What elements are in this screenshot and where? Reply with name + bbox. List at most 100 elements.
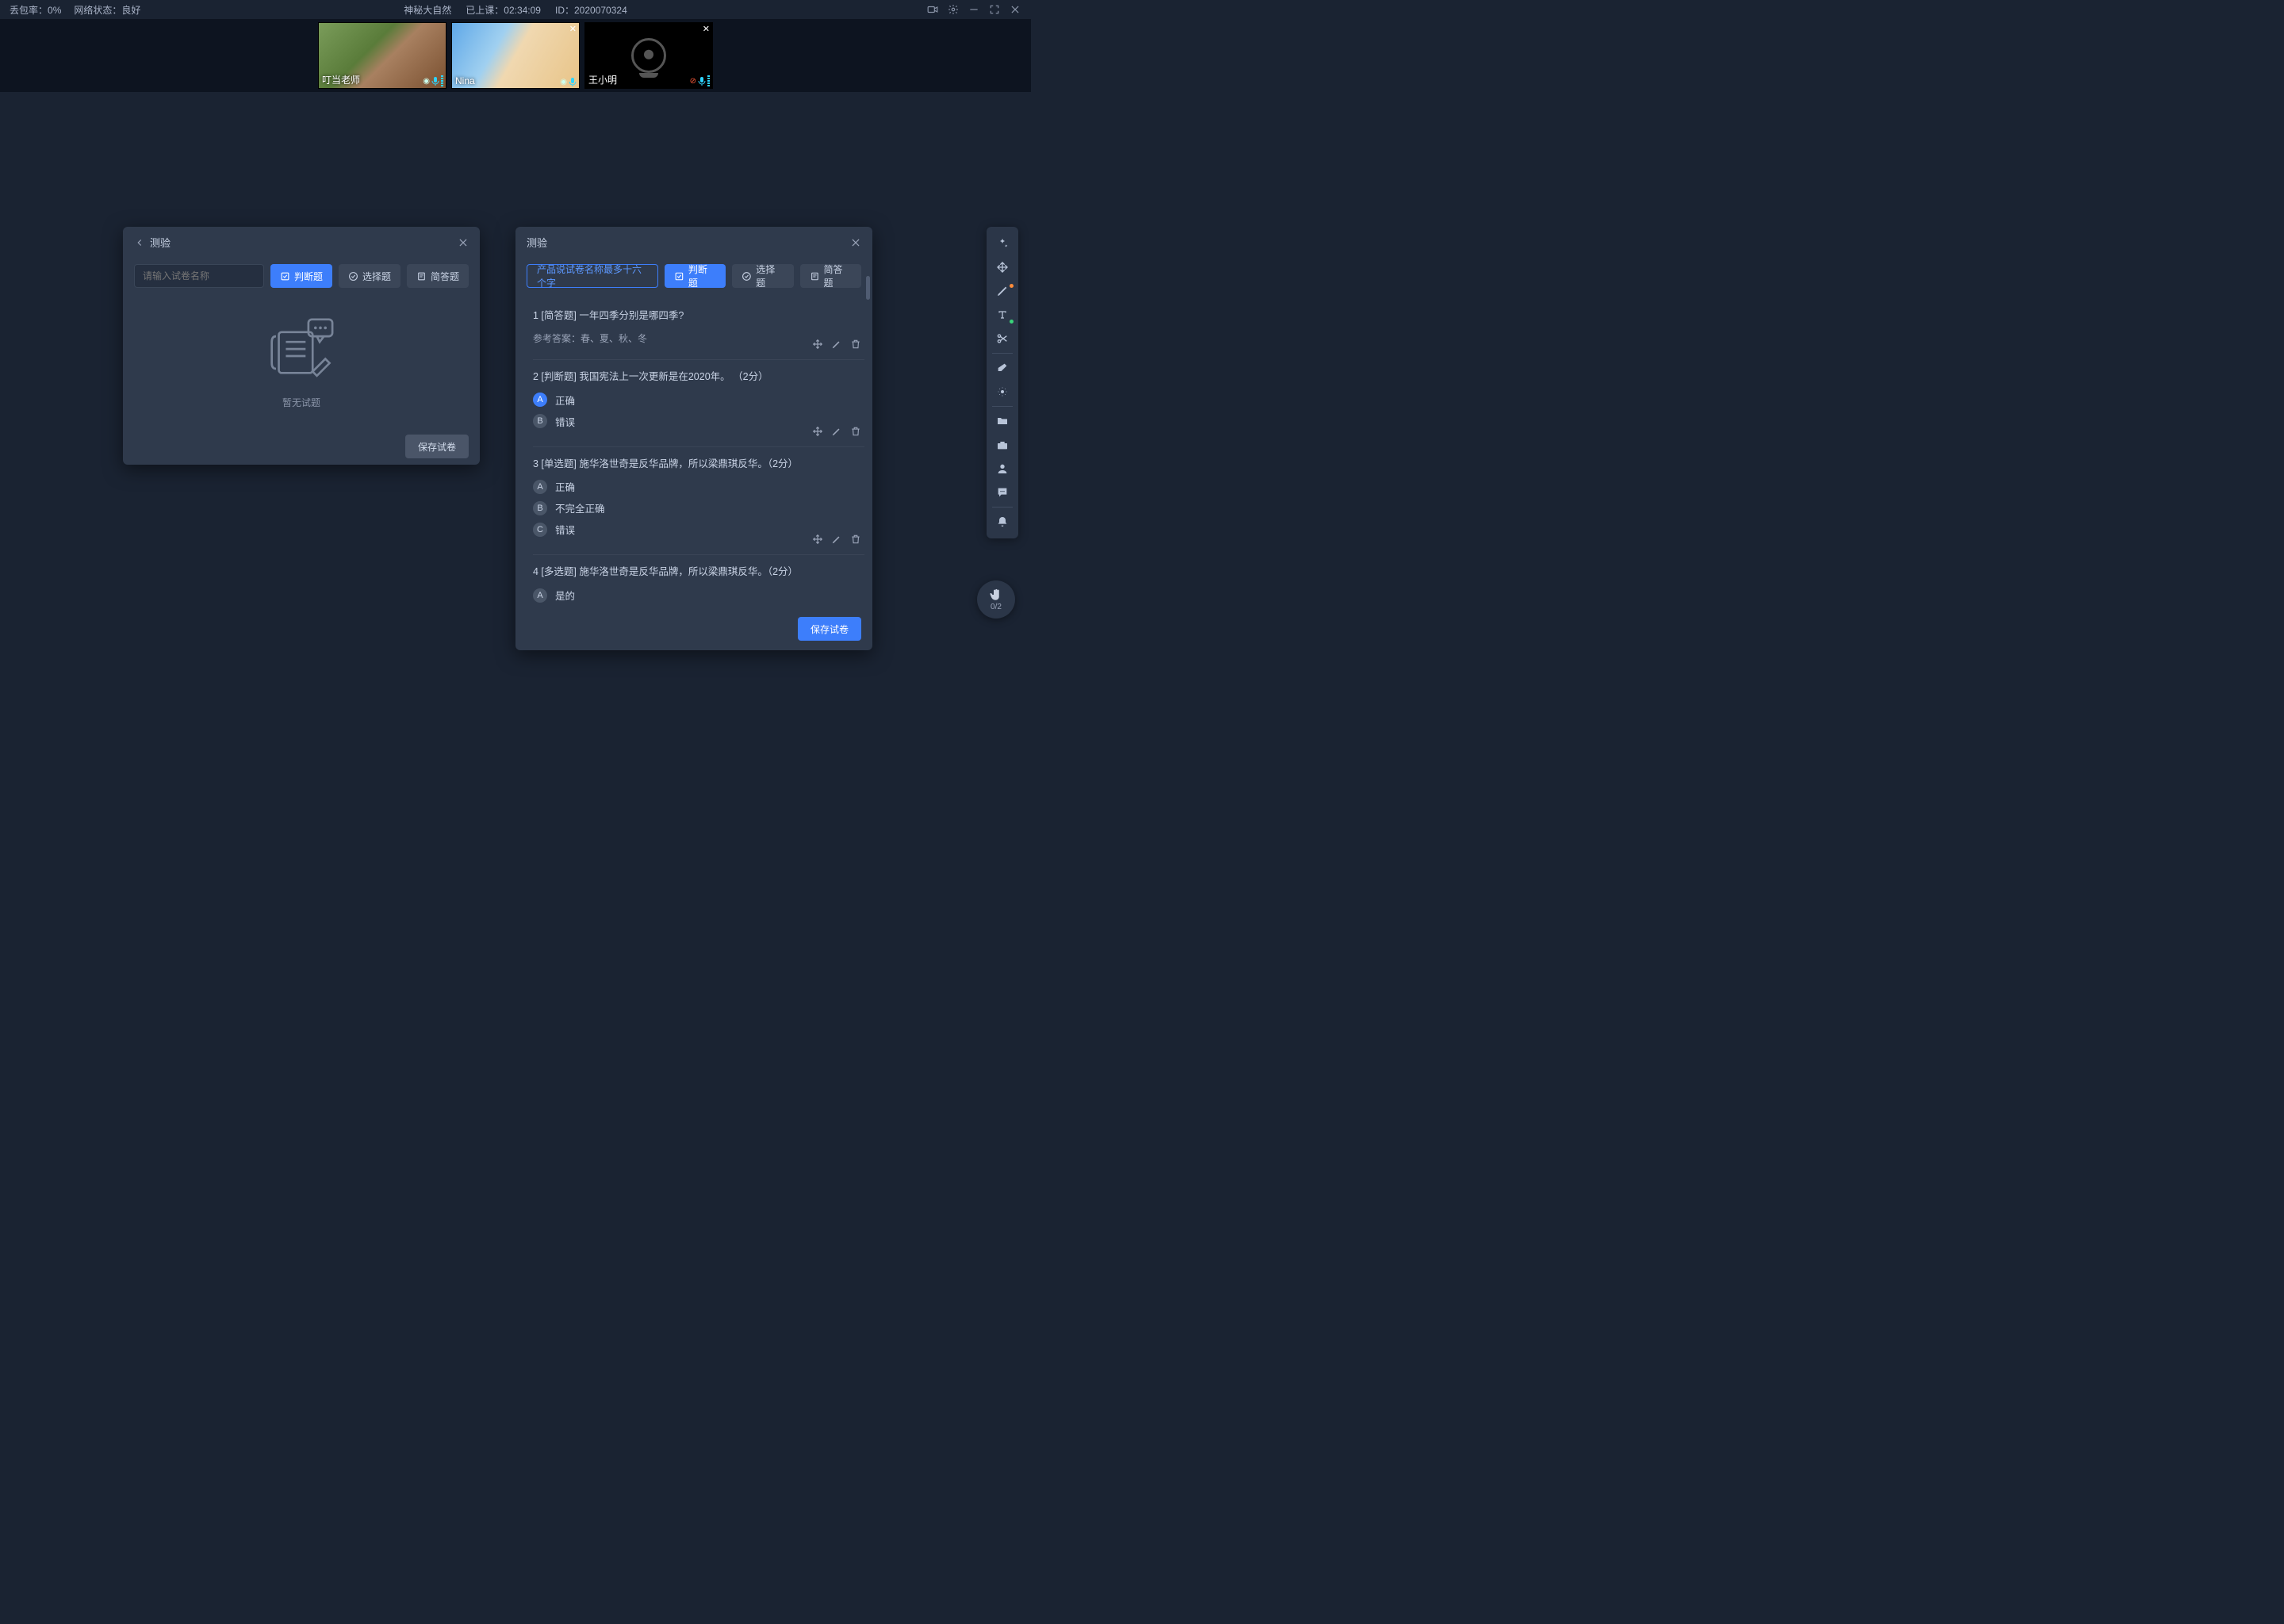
edit-icon[interactable] [831,534,842,545]
option-badge: B [533,501,547,515]
panel-title: 测验 [527,235,547,250]
text-tool[interactable] [987,303,1018,327]
tab-choice[interactable]: 选择题 [339,264,400,288]
raise-hand-button[interactable]: 0/2 [977,580,1015,619]
remove-participant-icon[interactable]: ✕ [703,24,710,34]
option-row[interactable]: B不完全正确 [533,500,860,515]
edit-icon[interactable] [831,339,842,350]
edit-icon[interactable] [831,426,842,437]
reference-answer: 参考答案：春、夏、秋、冬 [533,331,860,345]
close-icon[interactable] [850,237,861,248]
pen-tool[interactable] [987,279,1018,303]
chat-tool[interactable] [987,481,1018,504]
packet-loss: 丢包率：0% [10,3,61,17]
participant-name: Nina [455,75,475,86]
panel-header: 测验 [123,227,480,258]
volume-bars [707,75,710,86]
option-badge: B [533,414,547,428]
move-tool[interactable] [987,255,1018,279]
close-icon[interactable] [458,237,469,248]
panel-title: 测验 [150,235,171,250]
tab-short[interactable]: 简答题 [800,264,861,288]
option-text: 正确 [555,393,575,408]
question-actions [812,426,861,437]
panel-header: 测验 [515,227,872,258]
participant-name: 王小明 [588,73,617,86]
back-icon[interactable] [134,237,145,248]
empty-illustration [266,318,337,385]
move-icon[interactable] [812,534,823,545]
toolbox-tool[interactable] [987,433,1018,457]
settings-icon[interactable] [947,3,960,16]
option-text: 正确 [555,479,575,494]
camera-toggle-icon[interactable] [926,3,939,16]
question-actions [812,339,861,350]
video-tile-student[interactable]: ✕ Nina ◉ [451,22,580,89]
option-badge: C [533,523,547,537]
option-text: 错误 [555,522,575,537]
panel-footer: 保存试卷 [515,607,872,650]
quiz-name-input[interactable] [134,264,264,288]
camera-icon[interactable]: ◉ [423,77,430,86]
folder-tool[interactable] [987,409,1018,433]
question-item: 4 [多选题] 施华洛世奇是反华品牌，所以梁鼎琪反华。（2分）A是的B不完全正确… [533,555,864,607]
quiz-name-input[interactable]: 产品说试卷名称最多十六个字 [527,264,658,288]
option-text: 是的 [555,588,575,603]
empty-state: 暂无试题 [123,294,480,425]
delete-icon[interactable] [850,339,861,350]
delete-icon[interactable] [850,534,861,545]
question-item: 3 [单选题] 施华洛世奇是反华品牌，所以梁鼎琪反华。（2分）A正确B不完全正确… [533,447,864,556]
save-quiz-button[interactable]: 保存试卷 [405,435,469,458]
empty-text: 暂无试题 [282,396,320,409]
camera-off-icon [631,38,666,73]
topbar: 丢包率：0% 网络状态：良好 神秘大自然 已上课：02:34:09 ID：202… [0,0,1031,19]
tab-judge[interactable]: 判断题 [665,264,726,288]
close-icon[interactable] [1009,3,1021,16]
topbar-center: 神秘大自然 已上课：02:34:09 ID：2020070324 [404,3,627,17]
volume-bars [441,75,443,86]
mic-icon[interactable] [431,76,439,86]
option-row[interactable]: C 错误 [533,522,860,537]
fullscreen-icon[interactable] [988,3,1001,16]
user-tool[interactable] [987,457,1018,481]
course-name: 神秘大自然 [404,3,451,17]
question-actions [812,534,861,545]
scissors-tool[interactable] [987,327,1018,350]
option-text: 错误 [555,414,575,429]
tab-choice[interactable]: 选择题 [732,264,793,288]
option-row[interactable]: A是的 [533,588,860,603]
camera-icon[interactable]: ◉ [560,78,567,86]
dimmer-tool[interactable] [987,380,1018,404]
question-title: 1 [简答题] 一年四季分别是哪四季? [533,308,860,324]
option-badge: A [533,480,547,494]
option-row[interactable]: A 正确 [533,479,860,494]
cursor-tool[interactable] [987,232,1018,255]
panel-toolbar: 判断题 选择题 简答题 [123,258,480,294]
camera-muted-icon[interactable]: ⊘ [690,77,696,86]
panel-toolbar: 产品说试卷名称最多十六个字 判断题 选择题 简答题 [515,258,872,294]
option-badge: A [533,393,547,407]
video-tile-icons: ⊘ [690,75,710,86]
video-tile-icons: ◉ [423,75,443,86]
move-icon[interactable] [812,426,823,437]
tab-short[interactable]: 简答题 [407,264,469,288]
save-quiz-button[interactable]: 保存试卷 [798,617,861,641]
remove-participant-icon[interactable]: ✕ [569,24,577,34]
mic-icon[interactable] [698,76,706,86]
option-row[interactable]: A 正确 [533,393,860,408]
move-icon[interactable] [812,339,823,350]
option-row[interactable]: B 错误 [533,414,860,429]
video-tile-student[interactable]: ✕ 王小明 ⊘ [584,22,713,89]
eraser-tool[interactable] [987,356,1018,380]
tab-judge[interactable]: 判断题 [270,264,332,288]
quiz-panel-empty: 测验 判断题 选择题 简答题 暂无试题 保存试卷 [123,227,480,465]
participant-name: 叮当老师 [322,73,360,86]
minimize-icon[interactable] [968,3,980,16]
bell-tool[interactable] [987,510,1018,534]
topbar-left: 丢包率：0% 网络状态：良好 [10,3,140,17]
network-status: 网络状态：良好 [74,3,140,17]
question-item: 2 [判断题] 我国宪法上一次更新是在2020年。 （2分）A正确B错误 [533,360,864,447]
delete-icon[interactable] [850,426,861,437]
video-tile-teacher[interactable]: 叮当老师 ◉ [318,22,446,89]
mic-icon[interactable] [569,77,577,86]
